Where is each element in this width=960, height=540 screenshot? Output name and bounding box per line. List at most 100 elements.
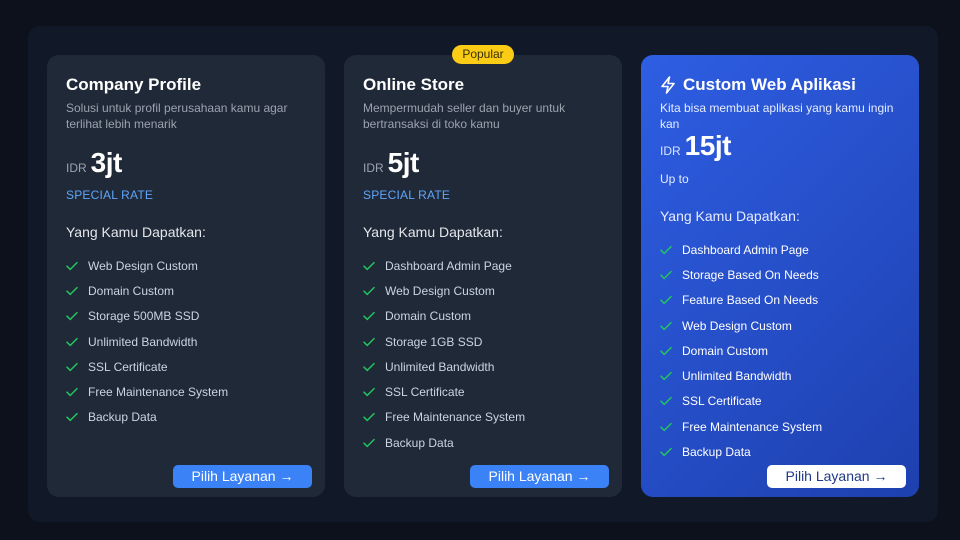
feature-list: Dashboard Admin Page Storage Based On Nee… [660,237,822,465]
check-icon [66,286,78,296]
check-icon [66,387,78,397]
card-price: IDR 5jt [363,147,419,179]
pricing-card-company-profile: Company Profile Solusi untuk profil peru… [47,55,325,497]
feature-item: Unlimited Bandwidth [363,354,525,379]
check-icon [660,270,672,280]
check-icon [660,296,672,305]
check-icon [363,286,375,296]
select-service-button[interactable]: Pilih Layanan → [173,465,312,488]
feature-label: Storage 1GB SSD [385,334,483,349]
check-icon [66,362,78,371]
check-icon [363,438,375,447]
check-icon [66,312,78,321]
feature-item: SSL Certificate [66,354,228,379]
feature-label: Unlimited Bandwidth [682,369,792,384]
feature-item: Web Design Custom [660,313,822,338]
feature-item: Domain Custom [660,338,822,363]
card-title: Company Profile [66,75,202,94]
feature-label: Free Maintenance System [88,385,229,400]
feature-item: Free Maintenance System [660,414,822,439]
feature-item: Unlimited Bandwidth [660,363,822,388]
feature-label: Backup Data [385,435,454,450]
check-icon [363,387,375,397]
check-icon [363,337,375,346]
feature-item: Backup Data [66,405,228,430]
pricing-card-online-store: Online Store Mempermudah seller dan buye… [344,55,622,497]
feature-item: Backup Data [363,430,525,455]
feature-item: Free Maintenance System [363,405,525,430]
feature-item: Feature Based On Needs [660,288,822,313]
card-price: IDR 3jt [66,147,122,179]
lightning-icon [661,76,675,94]
feature-item: Dashboard Admin Page [363,253,525,278]
feature-label: SSL Certificate [385,385,465,400]
rate-note: SPECIAL RATE [66,188,154,202]
feature-label: Domain Custom [88,283,175,298]
feature-list: Dashboard Admin Page Web Design Custom Dom… [363,253,525,455]
check-icon [660,371,672,381]
feature-label: Web Design Custom [682,318,792,333]
feature-item: Backup Data [660,439,822,464]
check-icon [66,261,78,270]
feature-label: Feature Based On Needs [682,293,819,308]
feature-list: Web Design Custom Domain Custom Storage 50… [66,253,228,430]
feature-label: Domain Custom [682,343,769,358]
check-icon [363,312,375,321]
feature-item: Web Design Custom [66,253,228,278]
feature-item: Domain Custom [363,304,525,329]
check-icon [660,422,672,431]
feature-label: Dashboard Admin Page [682,242,809,257]
features-heading: Yang Kamu Dapatkan: [66,224,206,240]
feature-label: Unlimited Bandwidth [88,334,198,349]
card-title: Custom Web Aplikasi [683,75,856,94]
feature-label: Backup Data [88,410,157,425]
card-description: Solusi untuk profil perusahaan kamu agar… [66,101,288,131]
feature-label: Web Design Custom [88,258,198,273]
feature-label: Free Maintenance System [385,410,526,425]
check-icon [66,413,78,422]
feature-item: SSL Certificate [660,389,822,414]
feature-item: Unlimited Bandwidth [66,329,228,354]
check-icon [660,397,672,406]
price-currency: IDR [66,161,87,175]
features-heading: Yang Kamu Dapatkan: [363,224,503,240]
card-title: Online Store [363,75,465,94]
pricing-card-custom-web-app: Custom Web Aplikasi Kita bisa membuat ap… [641,55,919,497]
card-description: Mempermudah seller dan buyer untuk bertr… [363,101,566,131]
rate-note: Up to [660,172,689,186]
feature-label: Free Maintenance System [682,419,823,434]
feature-label: Dashboard Admin Page [385,258,512,273]
feature-item: Storage 500MB SSD [66,304,228,329]
select-service-button[interactable]: Pilih Layanan → [470,465,609,488]
select-service-button[interactable]: Pilih Layanan → [767,465,906,488]
price-amount: 3jt [90,147,123,178]
check-icon [660,447,672,457]
feature-label: Storage 500MB SSD [88,309,200,324]
price-amount: 5jt [387,147,420,178]
feature-item: Web Design Custom [363,278,525,303]
feature-label: Web Design Custom [385,283,495,298]
feature-label: SSL Certificate [88,359,168,374]
check-icon [363,362,375,371]
card-price: IDR 15jt [660,130,731,162]
check-icon [660,321,672,330]
check-icon [363,413,375,422]
rate-note: SPECIAL RATE [363,188,451,202]
check-icon [660,346,672,355]
check-icon [66,337,78,346]
feature-label: Domain Custom [385,309,472,324]
feature-item: Storage 1GB SSD [363,329,525,354]
feature-item: Dashboard Admin Page [660,237,822,262]
price-currency: IDR [660,144,681,158]
feature-label: Backup Data [682,445,751,460]
feature-item: Storage Based On Needs [660,262,822,287]
price-amount: 15jt [684,130,732,161]
feature-label: Unlimited Bandwidth [385,359,495,374]
feature-item: Free Maintenance System [66,379,228,404]
feature-label: SSL Certificate [682,394,762,409]
feature-label: Storage Based On Needs [682,267,819,282]
price-currency: IDR [363,161,384,175]
feature-item: SSL Certificate [363,379,525,404]
feature-item: Domain Custom [66,278,228,303]
popular-badge: Popular [452,45,514,64]
